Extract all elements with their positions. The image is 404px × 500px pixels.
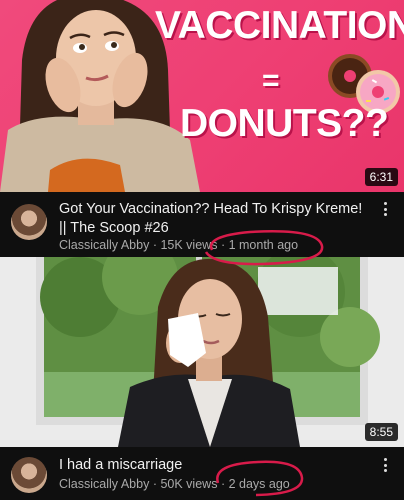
video-title-2[interactable]: I had a miscarriage	[59, 456, 371, 475]
thumbnail-headline-equals: =	[262, 64, 280, 97]
meta-separator: ·	[220, 477, 226, 491]
video-thumbnail-1[interactable]: VACCINATION = DONUTS?? 6:31	[0, 0, 404, 192]
thumbnail-headline-bottom: DONUTS??	[180, 102, 389, 145]
meta-separator: ·	[152, 238, 157, 252]
channel-name[interactable]: Classically Abby	[59, 477, 149, 491]
meta-separator: ·	[152, 477, 157, 491]
channel-avatar[interactable]	[11, 204, 47, 240]
upload-age: 2 days ago	[228, 477, 290, 491]
video-thumbnail-2[interactable]: 8:55	[0, 257, 404, 447]
channel-avatar[interactable]	[11, 457, 47, 493]
video-details-1[interactable]: Got Your Vaccination?? Head To Krispy Kr…	[0, 192, 404, 257]
channel-name[interactable]: Classically Abby	[59, 238, 149, 252]
thumbnail-art-2	[0, 257, 404, 447]
video-metadata-1: Classically Abby · 15K views · 1 month a…	[59, 238, 298, 252]
meta-separator: ·	[220, 238, 226, 252]
video-duration-1: 6:31	[364, 168, 398, 186]
video-details-2[interactable]: I had a miscarriage Classically Abby · 5…	[0, 447, 404, 500]
view-count: 50K views	[160, 477, 218, 491]
view-count: 15K views	[160, 238, 218, 252]
video-metadata-2: Classically Abby · 50K views · 2 days ag…	[59, 477, 290, 491]
thumbnail-headline-top: VACCINATION	[155, 4, 404, 47]
video-duration-2: 8:55	[364, 423, 398, 441]
more-vert-icon[interactable]	[378, 456, 392, 474]
video-title-1[interactable]: Got Your Vaccination?? Head To Krispy Kr…	[59, 200, 371, 238]
upload-age: 1 month ago	[228, 238, 299, 252]
more-vert-icon[interactable]	[378, 200, 392, 218]
